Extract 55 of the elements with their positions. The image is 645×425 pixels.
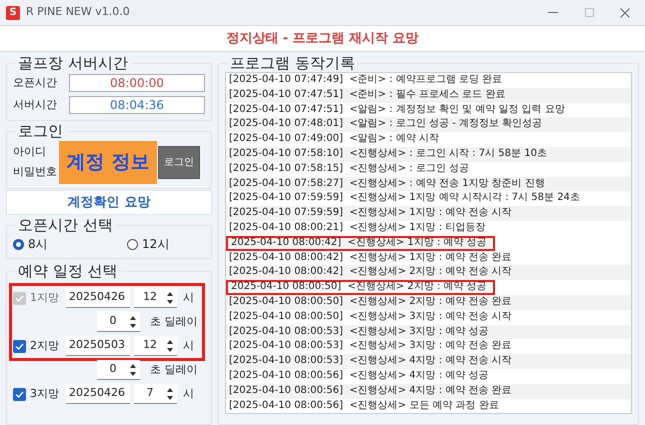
log-entry: [2025-04-10 08:00:50] <진행상세> 2지망 : 예약 전송 완료	[226, 294, 631, 310]
log-entry: [2025-04-10 08:00:42] <진행상세> 1지망 : 예약 전송 완료	[226, 250, 631, 266]
time-field: 08:04:36	[69, 96, 205, 114]
delay-unit: 초 딜레이	[150, 362, 198, 378]
log-entry: 2025-04-10 08:00:42] <진행상세> 1지망 : 예약 성공	[226, 236, 495, 251]
choice-label: 1지망	[30, 290, 60, 306]
status-message: 정지상태 - 프로그램 재시작 요망	[226, 30, 419, 48]
group-title: 프로그램 동작기록	[229, 54, 356, 72]
delay-unit: 초 딜레이	[150, 314, 198, 330]
log-entry: [2025-04-10 07:59:59] <진행상세> 1지망 : 예약 전송 시작	[226, 206, 631, 221]
spin-arrows-icon[interactable]	[129, 362, 137, 376]
group-title: 로그인	[17, 122, 64, 140]
checkbox[interactable]	[13, 388, 26, 400]
radio-button[interactable]	[13, 238, 24, 250]
close-icon	[620, 8, 630, 18]
checkmark-icon	[15, 294, 24, 302]
login-button[interactable]: 로그인	[158, 146, 200, 178]
password-label: 비밀번호	[13, 164, 58, 180]
time-label: 오픈시간	[13, 74, 58, 91]
spin-arrows-icon[interactable]	[166, 386, 174, 400]
log-entry: [2025-04-10 07:47:51] <준비> : 필수 프로세스 로드 완료	[226, 88, 631, 103]
radio-button[interactable]	[127, 238, 138, 250]
date-dropdown[interactable]: 20250426	[66, 384, 130, 404]
radio-option[interactable]: 8시	[13, 235, 127, 253]
hour-unit: 시	[183, 338, 194, 354]
account-info-mask: 계정 정보	[59, 140, 157, 184]
choice-label: 3지망	[30, 386, 60, 402]
group-title: 오픈시간 선택	[17, 216, 114, 234]
log-entry: [2025-04-10 08:00:56] <진행상세> 4지망 : 예약 전송 완료	[226, 384, 631, 399]
log-entry: [2025-04-10 07:58:10] <진행상세> : 로그인 시작 : 7시 58분 10초	[226, 146, 631, 162]
log-entry: [2025-04-10 07:48:01] <알림> : 로그인 성공 - 계정정보 확인성공	[226, 117, 631, 132]
radio-option[interactable]: 12시	[127, 235, 170, 253]
hour-unit: 시	[183, 290, 194, 306]
id-label: 아이디	[13, 144, 47, 160]
window-title: R PINE NEW v1.0.0	[26, 4, 130, 20]
number-spinner[interactable]: 7	[134, 384, 177, 404]
group-title: 골프장 서버시간	[17, 54, 129, 72]
log-entry: 2025-04-10 08:00:50] <진행상세> 2지망 : 예약 성공	[226, 280, 495, 295]
checkmark-icon	[15, 390, 24, 398]
log-entry: [2025-04-10 07:58:27] <진행상세> : 예약 전송 1지망 창준비 진행	[226, 176, 631, 192]
account-notice: 계정확인 요망	[6, 190, 212, 215]
hour-unit: 시	[183, 386, 194, 402]
log-entry: [2025-04-10 08:00:53] <진행상세> 4지망 : 예약 전송 시작	[226, 354, 631, 369]
app-logo: S	[6, 6, 20, 20]
minimize-icon	[548, 12, 558, 13]
time-field: 08:00:00	[69, 74, 205, 92]
choice-label: 2지망	[30, 338, 60, 354]
log-entry: [2025-04-10 07:47:51] <알림> : 계정정보 확인 및 예약 일정 입력 요망	[226, 102, 631, 118]
log-entry: [2025-04-10 08:00:42] <진행상세> 2지망 : 예약 전송 시작	[226, 265, 631, 280]
time-label: 서버시간	[13, 96, 58, 113]
log-entry: [2025-04-10 08:00:53] <진행상세> 3지망 : 예약 성공	[226, 324, 631, 340]
group-title: 예약 일정 선택	[17, 262, 119, 280]
maximize-icon	[584, 8, 594, 17]
number-spinner[interactable]: 0	[97, 360, 140, 380]
checkmark-icon	[15, 342, 24, 350]
